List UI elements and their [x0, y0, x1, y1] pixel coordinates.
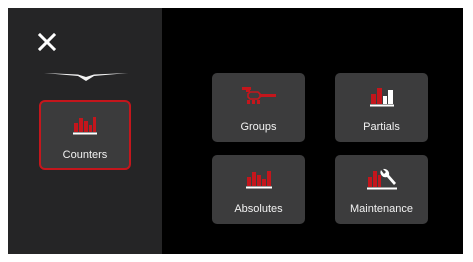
groups-wrench-icon: [241, 87, 276, 104]
maintenance-wrench-icon: [366, 168, 397, 190]
tile-label: Maintenance: [350, 203, 413, 215]
close-icon[interactable]: [36, 31, 58, 53]
tile-absolutes[interactable]: Absolutes: [212, 155, 305, 224]
app-window: Counters Groups Partials Absolutes Maint…: [8, 8, 463, 254]
partials-bar-chart-icon: [369, 88, 394, 107]
tile-label: Groups: [240, 121, 277, 133]
counters-bar-chart-icon: [73, 117, 97, 135]
sidebar: Counters: [8, 8, 162, 254]
sidebar-item-label: Counters: [62, 149, 108, 161]
tile-partials[interactable]: Partials: [335, 73, 428, 142]
sidebar-item-counters[interactable]: Counters: [39, 100, 131, 170]
absolutes-bar-chart-icon: [245, 171, 272, 189]
tile-groups[interactable]: Groups: [212, 73, 305, 142]
tile-label: Partials: [363, 121, 400, 133]
tile-label: Absolutes: [234, 203, 283, 215]
tile-maintenance[interactable]: Maintenance: [335, 155, 428, 224]
sidebar-divider: [44, 73, 128, 81]
